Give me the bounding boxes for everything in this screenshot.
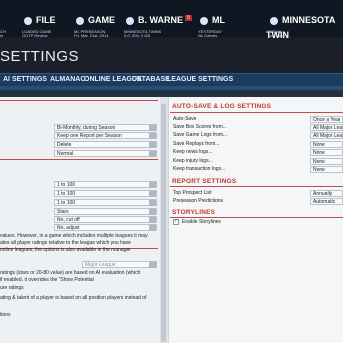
section-divider: [170, 186, 343, 187]
description-text: values. However, in a game which include…: [0, 233, 148, 239]
select-value: 1 to 100: [57, 200, 76, 206]
file-sub2: OOTP Review: [22, 33, 48, 38]
checkbox-label: Enable Storylines: [182, 219, 221, 225]
chevron-down-icon: [149, 133, 156, 139]
select-value: Stars: [57, 209, 69, 215]
league-icon: [200, 16, 208, 25]
league-sub2: No Games: [198, 33, 218, 38]
select-value: 1 to 100: [57, 182, 76, 188]
game-icon: [76, 16, 84, 25]
description-text: ure ratings: [0, 285, 24, 291]
news-logs-select[interactable]: None: [310, 149, 343, 156]
select-dropdown[interactable]: Bi-Monthly, during Season: [54, 124, 157, 131]
select-dropdown[interactable]: No, cut off: [54, 216, 157, 223]
box-scores-select[interactable]: All Major Leag: [310, 124, 343, 131]
setting-label: Save Box Scores from...: [173, 124, 227, 130]
tab-league-settings[interactable]: LEAGUE SETTINGS: [167, 76, 233, 83]
select-dropdown[interactable]: 1 to 100: [54, 199, 157, 206]
game-menu-button[interactable]: GAME: [72, 13, 115, 28]
tab-database[interactable]: DATABASE: [132, 76, 170, 83]
select-dropdown[interactable]: Stars: [54, 208, 157, 215]
chevron-down-icon: [149, 191, 156, 197]
chevron-down-icon: [149, 200, 156, 206]
chevron-down-icon: [149, 142, 156, 148]
game-logs-select[interactable]: All Major Leag: [310, 132, 343, 139]
team-sub2: 0-0, 000, 0 GB: [124, 33, 151, 38]
setting-label: Keep injury logs...: [173, 158, 213, 164]
manager-menu-button[interactable]: B. WARNE: [122, 13, 183, 28]
replays-select[interactable]: None: [310, 141, 343, 148]
select-dropdown[interactable]: Keep one Report per Season: [54, 132, 157, 139]
report-header: REPORT SETTINGS: [172, 178, 237, 185]
file-menu-label: FILE: [36, 15, 56, 25]
select-dropdown[interactable]: Normal: [54, 150, 157, 157]
league-menu-button[interactable]: ML: [196, 13, 225, 28]
description-text: online leagues, the options is also avai…: [0, 247, 131, 253]
scrollbar[interactable]: [161, 104, 166, 342]
section-divider: [0, 159, 158, 160]
autosave-select[interactable]: Once a Year: [310, 116, 343, 123]
manager-menu-label: B. WARNE: [138, 15, 183, 25]
chevron-down-icon: [149, 262, 156, 268]
setting-label: Keep news logs...: [173, 149, 213, 155]
description-text: ates all player ratings relative to the …: [0, 240, 131, 246]
select-value: No, adjust: [57, 225, 80, 231]
select-value: 1 to 100: [57, 191, 76, 197]
notification-badge[interactable]: 5: [185, 15, 192, 21]
setting-label: Save Game Logs from...: [173, 132, 228, 138]
game-sub2: Fri. Mar. 21st, 2014: [74, 33, 109, 38]
chevron-down-icon: [149, 182, 156, 188]
prospect-list-select[interactable]: Annually: [310, 190, 343, 197]
game-menu-label: GAME: [88, 15, 115, 25]
autosave-header: AUTO-SAVE & LOG SETTINGS: [172, 103, 272, 110]
description-text: tions: [0, 312, 11, 318]
setting-label: Save Replays from...: [173, 141, 220, 147]
section-divider: [0, 100, 158, 101]
chevron-down-icon: [149, 125, 156, 131]
sub-toolbar: [0, 90, 343, 97]
file-icon: [24, 16, 32, 25]
transaction-logs-select[interactable]: None: [310, 166, 343, 173]
chevron-down-icon: [149, 225, 156, 231]
select-value: Major League: [85, 262, 116, 268]
twins-sub2: No Game: [268, 33, 286, 38]
cut-label-b: ie: [0, 33, 4, 38]
select-value: Delete: [57, 142, 72, 148]
tab-almanac[interactable]: ALMANAC: [50, 76, 85, 83]
tab-ai-settings[interactable]: AI SETTINGS: [3, 76, 47, 83]
page-title: SETTINGS: [0, 48, 80, 65]
enable-storylines-checkbox[interactable]: [173, 218, 179, 225]
settings-tabs: AI SETTINGS ALMANAC ONLINE LEAGUE DATABA…: [0, 73, 343, 87]
preseason-predictions-select[interactable]: Automatic: [310, 198, 343, 205]
league-select[interactable]: Major League: [82, 261, 157, 268]
manager-icon: [126, 16, 134, 25]
section-divider: [170, 217, 343, 218]
chevron-down-icon: [149, 209, 156, 215]
select-value: Bi-Monthly, during Season: [57, 125, 116, 131]
league-menu-label: ML: [212, 15, 225, 25]
setting-label: Preseason Predictions: [173, 198, 224, 204]
setting-label: Top Prospect List: [173, 190, 212, 196]
description-text: if enabled, it overrides the "Show Poten…: [0, 277, 94, 283]
select-dropdown[interactable]: 1 to 100: [54, 190, 157, 197]
description-text: ratings (stars or 20-80 value) are based…: [0, 270, 141, 276]
section-divider: [170, 112, 343, 113]
injury-logs-select[interactable]: None: [310, 158, 343, 165]
select-dropdown[interactable]: 1 to 100: [54, 181, 157, 188]
storylines-header: STORYLINES: [172, 209, 216, 216]
team-icon: [270, 16, 278, 25]
team-menu-button[interactable]: MINNESOTA TWIN: [266, 13, 343, 40]
top-nav-bar: CH ie FILE LOADED GAME OOTP Review GAME …: [0, 0, 343, 40]
chevron-down-icon: [149, 151, 156, 157]
chevron-down-icon: [149, 217, 156, 223]
setting-label: Auto-Save: [173, 116, 197, 122]
setting-label: Keep transaction logs...: [173, 166, 226, 172]
select-dropdown[interactable]: No, adjust: [54, 224, 157, 231]
description-text: ating & talent of a player is based on a…: [0, 295, 147, 301]
select-value: Normal: [57, 151, 74, 157]
file-menu-button[interactable]: FILE: [20, 13, 56, 28]
select-value: Keep one Report per Season: [57, 133, 122, 139]
select-dropdown[interactable]: Delete: [54, 141, 157, 148]
select-value: No, cut off: [57, 217, 80, 223]
